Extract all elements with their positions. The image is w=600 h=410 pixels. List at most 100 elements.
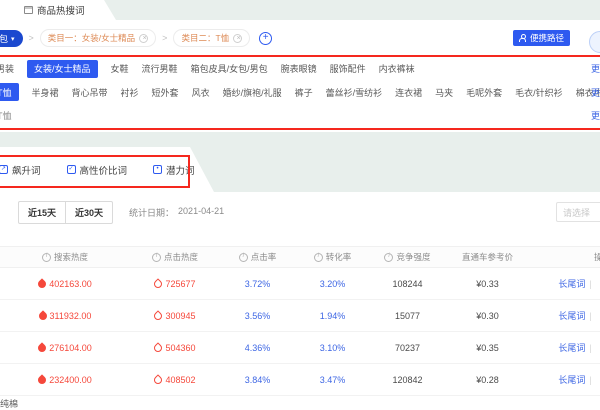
category-item[interactable]: 马夹 [435, 86, 453, 99]
flame-icon [36, 277, 48, 290]
ctr-cell: 4.36% [244, 342, 271, 353]
info-icon [384, 252, 394, 262]
competition-cell: 70237 [394, 342, 421, 353]
tab-product-hot-search[interactable]: 商品热搜词 [0, 0, 116, 20]
category-item[interactable]: 流行男鞋 [142, 62, 178, 75]
category-item[interactable]: 背心吊带 [72, 86, 108, 99]
competition-cell: 120842 [392, 374, 423, 385]
category-pill-dropdown[interactable]: 箱包 [0, 29, 23, 47]
portable-path-label: 便携路径 [529, 33, 564, 43]
ppc-cell: ¥0.30 [476, 310, 499, 321]
header-cvr[interactable]: 转化率 [295, 251, 370, 263]
breadcrumb-chip-label: 类目一：女装/女士精品 [47, 33, 136, 43]
cvr-cell: 3.47% [319, 374, 346, 385]
category-item[interactable]: 毛衣/针织衫 [515, 86, 563, 99]
ctr-cell: 3.56% [244, 310, 271, 321]
person-icon [519, 34, 527, 42]
click-heat-cell: 300945 [130, 309, 220, 322]
filter-bar: 近15天 近30天 统计日期： 2021-04-21 请选择 [0, 192, 600, 232]
category-item[interactable]: 腕表眼镜 [281, 62, 317, 75]
ppc-cell: ¥0.35 [476, 342, 499, 353]
category-filter-panel: 男装 女装/女士精品 女鞋 流行男鞋 箱包皮具/女包/男包 腕表眼镜 服饰配件 内衣裤袜 … [0, 57, 600, 128]
annotation-line-top [0, 55, 600, 57]
click-heat-cell: 408502 [130, 373, 220, 386]
category-item[interactable]: 婚纱/旗袍/礼服 [223, 86, 282, 99]
table-row: 232400.00 408502 3.84% 3.47% 120842 ¥0.2… [0, 364, 600, 396]
header-search-heat[interactable]: 搜索热度 [0, 251, 130, 263]
search-heat-cell: 402163.00 [0, 277, 130, 290]
range-15d-button[interactable]: 近15天 [18, 200, 67, 224]
word-type-cell: 长尾词 | [530, 277, 600, 290]
link-divider: | [589, 310, 592, 321]
category-item[interactable]: 风衣 [192, 86, 210, 99]
long-tail-word-link[interactable]: 长尾词 [558, 341, 585, 354]
table-row: 276104.00 504360 4.36% 3.10% 70237 ¥0.35… [0, 332, 600, 364]
click-heat-cell: 725677 [130, 277, 220, 290]
close-icon[interactable] [233, 33, 243, 43]
more-link[interactable]: 更多 [591, 86, 600, 99]
header-ctr[interactable]: 点击率 [220, 251, 295, 263]
click-flame-icon [152, 373, 165, 386]
info-icon [238, 252, 248, 262]
header-click-heat[interactable]: 点击热度 [130, 251, 220, 263]
category-item[interactable]: 短外套 [152, 86, 179, 99]
window-icon [24, 6, 33, 14]
competition-cell: 108244 [392, 278, 423, 289]
select-input[interactable]: 请选择 [556, 202, 600, 222]
keyword-tail-text: 纯棉 [0, 399, 19, 409]
long-tail-word-link[interactable]: 长尾词 [558, 277, 585, 290]
category-item[interactable]: 连衣裙 [395, 86, 422, 99]
close-icon[interactable] [139, 33, 149, 43]
category-item[interactable]: 男装 [0, 62, 14, 75]
cvr-cell: 1.94% [319, 310, 346, 321]
add-category-icon[interactable] [259, 31, 273, 45]
breadcrumb-separator: > [162, 33, 168, 43]
word-type-cell: 长尾词 | [530, 341, 600, 354]
category-row-level2: T恤 半身裙背心吊带衬衫短外套风衣婚纱/旗袍/礼服裤子蕾丝衫/雪纺衫连衣裙马夹毛… [0, 81, 600, 105]
category-item[interactable]: 箱包皮具/女包/男包 [191, 62, 268, 75]
category-item[interactable]: T恤 [0, 109, 12, 122]
breadcrumb-chip-level2[interactable]: 类目二：T恤 [173, 29, 251, 47]
category-item[interactable]: 内衣裤袜 [379, 62, 415, 75]
category-item[interactable]: 服饰配件 [330, 62, 366, 75]
more-link[interactable]: 更多 [591, 62, 600, 75]
page-title: 商品热搜词 [37, 6, 85, 17]
category-item[interactable]: 半身裙 [32, 86, 59, 99]
category-selected-chip[interactable]: 女装/女士精品 [27, 59, 98, 78]
portable-path-button[interactable]: 便携路径 [512, 30, 570, 46]
click-heat-cell: 504360 [130, 341, 220, 354]
ppc-cell: ¥0.33 [476, 278, 499, 289]
table-row: 311932.00 300945 3.56% 1.94% 15077 ¥0.30… [0, 300, 600, 332]
chevron-down-icon [11, 33, 15, 43]
category-item[interactable]: 蕾丝衫/雪纺衫 [326, 86, 383, 99]
category-selected-chip[interactable]: T恤 [0, 83, 19, 102]
word-type-cell: 长尾词 | [530, 309, 600, 322]
header-ppc[interactable]: 直通车参考价 [445, 251, 530, 263]
header-competition[interactable]: 竞争强度 [370, 251, 445, 263]
annotation-line-bottom [0, 128, 600, 130]
top-strip: 商品热搜词 [0, 0, 600, 20]
floating-helper-bubble[interactable] [589, 31, 600, 53]
long-tail-word-link[interactable]: 长尾词 [558, 309, 585, 322]
info-icon [41, 252, 51, 262]
breadcrumb: 箱包 > 类目一：女装/女士精品 > 类目二：T恤 便携路径 [0, 20, 600, 56]
competition-cell: 15077 [394, 310, 421, 321]
link-divider: | [589, 374, 592, 385]
category-row-level3: T恤 更多 [0, 104, 600, 128]
cvr-cell: 3.20% [319, 278, 346, 289]
more-link[interactable]: 更多 [591, 109, 600, 122]
flame-icon [36, 341, 48, 354]
link-divider: | [589, 342, 592, 353]
category-item[interactable]: 衬衫 [121, 86, 139, 99]
breadcrumb-separator: > [28, 33, 34, 43]
long-tail-word-link[interactable]: 长尾词 [558, 373, 585, 386]
category-item[interactable]: 毛呢外套 [466, 86, 502, 99]
breadcrumb-chip-level1[interactable]: 类目一：女装/女士精品 [39, 29, 157, 47]
range-30d-button[interactable]: 近30天 [65, 200, 114, 224]
info-icon [151, 252, 161, 262]
ctr-cell: 3.72% [244, 278, 271, 289]
category-item[interactable]: 女鞋 [111, 62, 129, 75]
category-item[interactable]: 裤子 [295, 86, 313, 99]
table-header-row: 搜索热度 点击热度 点击率 转化率 竞争强度 直通车参考价 操作 [0, 246, 600, 268]
click-flame-icon [152, 341, 165, 354]
